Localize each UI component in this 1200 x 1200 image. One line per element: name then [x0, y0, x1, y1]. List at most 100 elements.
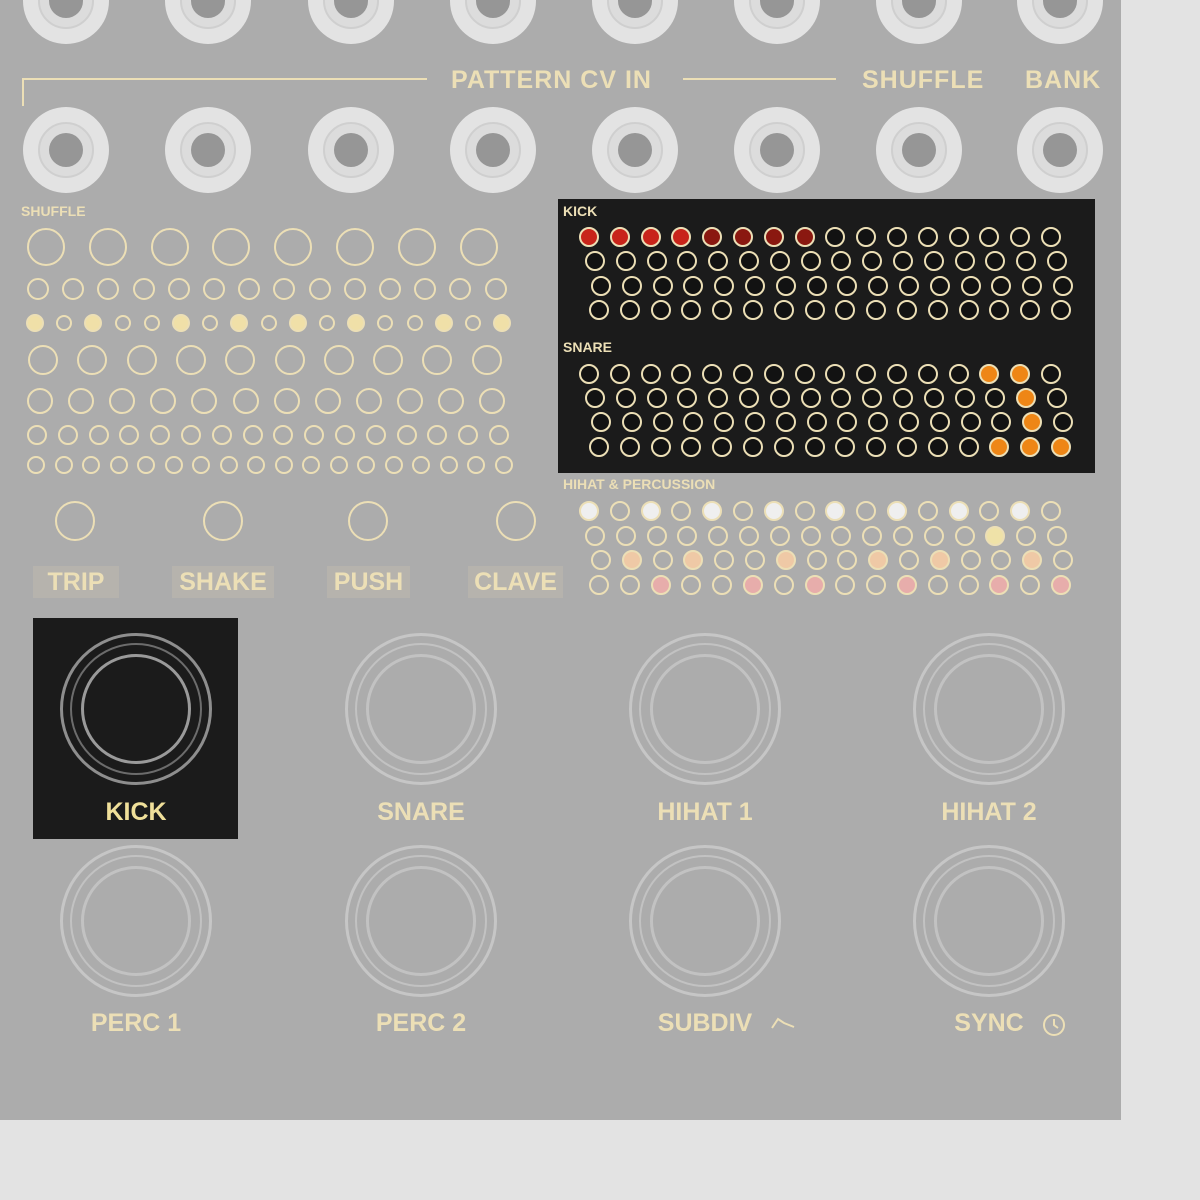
kick-step[interactable]: [1047, 251, 1067, 271]
snare-step[interactable]: [646, 388, 667, 408]
sync-output-jack[interactable]: [913, 845, 1065, 997]
kick-step[interactable]: [954, 251, 975, 271]
hihat-step[interactable]: [1016, 526, 1037, 546]
kick-step[interactable]: [650, 300, 671, 320]
kick-step[interactable]: [1053, 276, 1073, 296]
input-jack-3[interactable]: [308, 107, 394, 193]
kick-step[interactable]: [585, 251, 605, 271]
hihat-step[interactable]: [862, 526, 883, 546]
kick-step-active[interactable]: [733, 227, 753, 247]
hihat-step[interactable]: [893, 526, 913, 546]
hihat-step[interactable]: [899, 550, 919, 570]
hihat-step[interactable]: [773, 575, 794, 595]
snare-step[interactable]: [609, 364, 630, 384]
input-jack-7[interactable]: [876, 107, 962, 193]
push-button-label[interactable]: PUSH: [327, 566, 410, 598]
hihat-step[interactable]: [646, 526, 667, 546]
hihat-step-active[interactable]: [825, 501, 846, 521]
kick-step[interactable]: [917, 227, 938, 247]
kick-step-active[interactable]: [609, 227, 630, 247]
hihat-step[interactable]: [1047, 526, 1067, 546]
hihat-step[interactable]: [866, 575, 887, 595]
snare-step[interactable]: [954, 388, 975, 408]
snare-output-jack[interactable]: [345, 633, 497, 785]
hihat-step[interactable]: [681, 575, 702, 595]
kick-step[interactable]: [589, 300, 609, 320]
input-jack-top-5[interactable]: [592, 0, 678, 44]
shake-button-label[interactable]: SHAKE: [172, 566, 274, 598]
kick-step-active[interactable]: [640, 227, 661, 247]
hihat-step[interactable]: [733, 501, 753, 521]
hihat-step[interactable]: [585, 526, 605, 546]
input-jack-6[interactable]: [734, 107, 820, 193]
snare-step[interactable]: [615, 388, 636, 408]
hihat-step[interactable]: [960, 550, 981, 570]
snare-step[interactable]: [948, 364, 969, 384]
hihat-step-active[interactable]: [640, 501, 661, 521]
kick-step[interactable]: [619, 300, 640, 320]
snare-step[interactable]: [652, 412, 673, 432]
kick-step[interactable]: [800, 251, 821, 271]
kick-step[interactable]: [806, 276, 827, 296]
input-jack-4[interactable]: [450, 107, 536, 193]
hihat-2-output-jack[interactable]: [913, 633, 1065, 785]
snare-step[interactable]: [733, 364, 753, 384]
shake-button[interactable]: [203, 501, 243, 541]
subdiv-output-jack[interactable]: [629, 845, 781, 997]
hihat-step[interactable]: [856, 501, 877, 521]
hihat-step[interactable]: [917, 501, 938, 521]
kick-step[interactable]: [743, 300, 763, 320]
kick-step[interactable]: [1041, 227, 1061, 247]
hihat-step[interactable]: [615, 526, 636, 546]
input-jack-top-2[interactable]: [165, 0, 251, 44]
hihat-step[interactable]: [609, 501, 630, 521]
clave-button[interactable]: [496, 501, 536, 541]
hihat-step-active[interactable]: [743, 575, 763, 595]
snare-step[interactable]: [1053, 412, 1073, 432]
snare-step-active[interactable]: [1051, 437, 1071, 457]
snare-step[interactable]: [927, 437, 948, 457]
hihat-step-active[interactable]: [989, 575, 1010, 595]
snare-step[interactable]: [1041, 364, 1061, 384]
snare-step[interactable]: [897, 437, 917, 457]
snare-step[interactable]: [887, 364, 907, 384]
kick-step-active[interactable]: [763, 227, 784, 247]
hihat-step-active[interactable]: [985, 526, 1006, 546]
snare-step[interactable]: [773, 437, 794, 457]
hihat-step[interactable]: [1053, 550, 1073, 570]
hihat-1-output-jack[interactable]: [629, 633, 781, 785]
snare-step[interactable]: [619, 437, 640, 457]
hihat-step-active[interactable]: [775, 550, 796, 570]
hihat-step-active[interactable]: [683, 550, 704, 570]
kick-step[interactable]: [923, 251, 944, 271]
hihat-step-active[interactable]: [579, 501, 599, 521]
snare-step[interactable]: [806, 412, 827, 432]
snare-step[interactable]: [804, 437, 825, 457]
hihat-step-active[interactable]: [887, 501, 907, 521]
snare-step[interactable]: [763, 364, 784, 384]
snare-step[interactable]: [960, 412, 981, 432]
snare-step[interactable]: [650, 437, 671, 457]
snare-step[interactable]: [929, 412, 950, 432]
hihat-step-active[interactable]: [804, 575, 825, 595]
clave-button-label[interactable]: CLAVE: [468, 566, 563, 598]
snare-step[interactable]: [893, 388, 913, 408]
snare-step[interactable]: [585, 388, 605, 408]
kick-step[interactable]: [948, 227, 969, 247]
kick-output-jack[interactable]: [60, 633, 212, 785]
hihat-step[interactable]: [831, 526, 852, 546]
hihat-step-active[interactable]: [948, 501, 969, 521]
input-jack-top-8[interactable]: [1017, 0, 1103, 44]
input-jack-top-4[interactable]: [450, 0, 536, 44]
input-jack-1[interactable]: [23, 107, 109, 193]
kick-step[interactable]: [769, 251, 790, 271]
snare-step[interactable]: [800, 388, 821, 408]
kick-step[interactable]: [960, 276, 981, 296]
kick-step[interactable]: [739, 251, 759, 271]
kick-step-active[interactable]: [579, 227, 599, 247]
kick-step[interactable]: [591, 276, 611, 296]
kick-step[interactable]: [804, 300, 825, 320]
hihat-step-active[interactable]: [1051, 575, 1071, 595]
hihat-step-active[interactable]: [621, 550, 642, 570]
kick-step[interactable]: [958, 300, 979, 320]
